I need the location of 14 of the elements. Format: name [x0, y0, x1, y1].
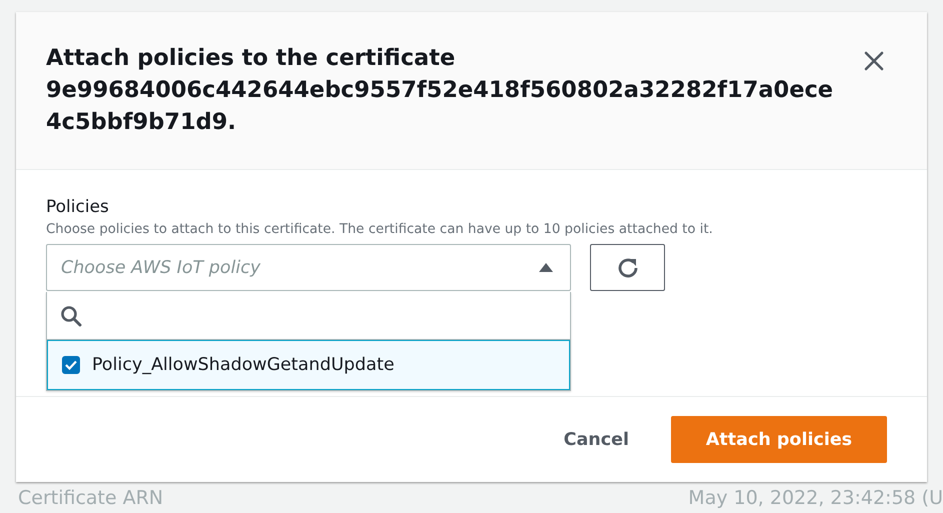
- dialog-title: Attach policies to the certificate 9e99684006c442644ebc9557f52e418f560802a32282f17a0ece4c5bbf9b71d9.: [46, 44, 834, 137]
- cancel-button[interactable]: Cancel: [544, 416, 649, 463]
- date-text: May 10, 2022, 23:42:58 (U: [688, 487, 943, 509]
- field-description: Choose policies to attach to this certificate. The certificate can have up to 10 policies attached to it.: [46, 222, 714, 237]
- refresh-button[interactable]: [590, 244, 665, 291]
- option-label: Policy_AllowShadowGetandUpdate: [92, 355, 394, 375]
- field-label: Policies: [46, 197, 110, 217]
- search-icon: [60, 304, 82, 326]
- close-button[interactable]: [863, 50, 885, 72]
- checkbox[interactable]: [62, 356, 80, 374]
- certificate-arn-label: Certificate ARN: [18, 487, 164, 509]
- placeholder-text: Choose AWS IoT policy: [61, 258, 260, 278]
- caret-icon: [538, 262, 554, 273]
- policy-option[interactable]: Policy_AllowShadowGetandUpdate: [47, 340, 570, 390]
